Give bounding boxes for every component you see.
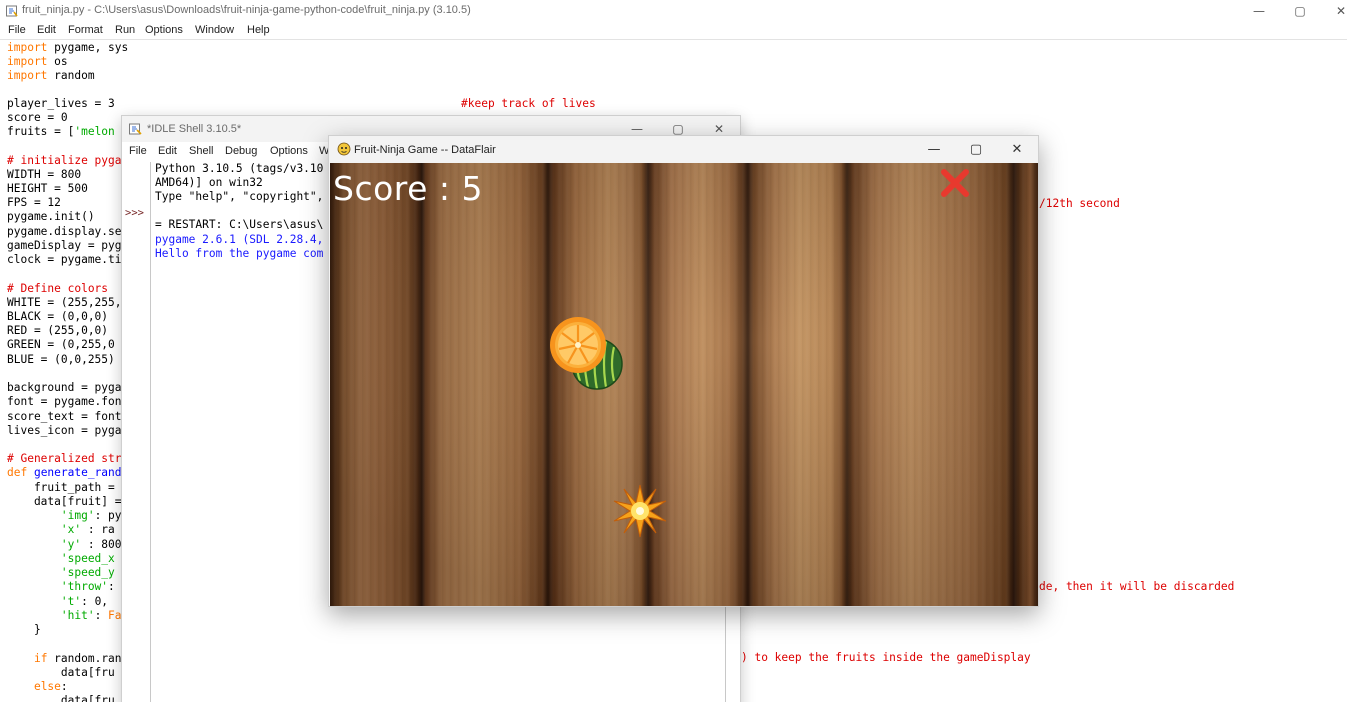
code-line: WIDTH = 800 <box>7 168 82 181</box>
pygame-snake-icon <box>337 142 351 156</box>
close-icon[interactable]: ✕ <box>1321 0 1347 22</box>
code-line: clock = pygame.ti <box>7 253 122 266</box>
code-line: 'throw': <box>7 580 115 593</box>
code-line: score = 0 <box>7 111 68 124</box>
code-line: import random <box>7 69 95 82</box>
shell-line: Type "help", "copyright", <box>155 190 324 203</box>
code-line: HEIGHT = 500 <box>7 182 88 195</box>
code-comment: # initialize pyga <box>7 154 122 167</box>
code-line: BLUE = (0,0,255) <box>7 353 115 366</box>
editor-titlebar[interactable]: fruit_ninja.py - C:\Users\asus\Downloads… <box>0 0 1347 22</box>
code-comment-inside: ) to keep the fruits inside the gameDisp… <box>741 651 1031 664</box>
minimize-icon[interactable]: — <box>1239 0 1279 22</box>
shell-line: pygame 2.6.1 (SDL 2.28.4, <box>155 233 324 246</box>
code-line: pygame.init() <box>7 210 95 223</box>
code-line: fruit_path = <box>7 481 115 494</box>
menu-window[interactable]: Window <box>195 24 234 36</box>
menu-options[interactable]: Options <box>270 145 308 157</box>
code-line: background = pyga <box>7 381 122 394</box>
game-canvas[interactable]: Score : 5 <box>330 163 1038 606</box>
code-line: gameDisplay = pyg <box>7 239 122 252</box>
bomb-explosion-icon[interactable] <box>612 483 668 539</box>
code-line: BLACK = (0,0,0) <box>7 310 109 323</box>
code-comment-discard: de, then it will be discarded <box>1039 580 1235 593</box>
shell-prompt: >>> <box>125 207 144 219</box>
shell-line: Hello from the pygame com <box>155 247 324 260</box>
idle-app-icon <box>6 5 18 17</box>
code-line: font = pygame.fon <box>7 395 122 408</box>
code-line: 'speed_x <box>7 552 115 565</box>
code-line: data[fru <box>7 694 115 702</box>
shell-line: AMD64)] on win32 <box>155 176 263 189</box>
code-line: pygame.display.se <box>7 225 122 238</box>
maximize-icon[interactable]: ▢ <box>1280 0 1320 22</box>
code-line: 'x' : ra <box>7 523 115 536</box>
minimize-icon[interactable]: — <box>914 138 954 162</box>
code-line: if random.ran <box>33 652 122 665</box>
code-line: lives_icon = pyga <box>7 424 122 437</box>
shell-line: = RESTART: C:\Users\asus\ <box>155 218 324 231</box>
code-line: player_lives = 3 <box>7 97 115 110</box>
menu-edit[interactable]: Edit <box>158 145 177 157</box>
shell-gutter <box>122 162 150 702</box>
game-titlebar[interactable]: Fruit-Ninja Game -- DataFlair — ▢ ✕ <box>329 136 1038 163</box>
menu-file[interactable]: File <box>129 145 147 157</box>
maximize-icon[interactable]: ▢ <box>956 138 996 162</box>
pygame-window: Fruit-Ninja Game -- DataFlair — ▢ ✕ Scor… <box>328 135 1039 607</box>
code-comment: # Define colors <box>7 282 109 295</box>
game-title: Fruit-Ninja Game -- DataFlair <box>354 144 496 156</box>
menu-run[interactable]: Run <box>115 24 135 36</box>
code-line: fruits = ['melon <box>7 125 115 138</box>
code-line: data[fru <box>7 666 115 679</box>
code-line: def generate_rand <box>7 466 122 479</box>
code-comment-lives: #keep track of lives <box>461 97 596 110</box>
wood-shade <box>330 163 1038 606</box>
code-line: } <box>7 623 41 636</box>
menu-format[interactable]: Format <box>68 24 103 36</box>
close-icon[interactable]: ✕ <box>997 138 1037 162</box>
code-line: score_text = font <box>7 410 122 423</box>
menu-debug[interactable]: Debug <box>225 145 257 157</box>
code-line: import os <box>7 55 68 68</box>
code-line: data[fruit] = <box>7 495 122 508</box>
menu-file[interactable]: File <box>8 24 26 36</box>
code-line: 'hit': Fa <box>7 609 122 622</box>
shell-line: Python 3.10.5 (tags/v3.10 <box>155 162 324 175</box>
menu-options[interactable]: Options <box>145 24 183 36</box>
editor-menubar: File Edit Format Run Options Window Help <box>0 22 1347 40</box>
red-x-icon <box>941 169 969 197</box>
code-comment-fps: /12th second <box>1039 197 1120 210</box>
code-line: RED = (255,0,0) <box>7 324 109 337</box>
menu-edit[interactable]: Edit <box>37 24 56 36</box>
editor-title: fruit_ninja.py - C:\Users\asus\Downloads… <box>22 4 471 16</box>
idle-app-icon <box>129 123 142 135</box>
score-label: Score : 5 <box>333 169 484 208</box>
code-line: WHITE = (255,255, <box>7 296 122 309</box>
menu-shell[interactable]: Shell <box>189 145 213 157</box>
code-line: 'speed_y <box>7 566 115 579</box>
orange-slice-icon[interactable] <box>549 316 607 374</box>
code-comment: # Generalized str <box>7 452 122 465</box>
code-line: GREEN = (0,255,0 <box>7 338 115 351</box>
menu-help[interactable]: Help <box>247 24 270 36</box>
code-line: 'y' : 800 <box>7 538 122 551</box>
code-line: else: <box>33 680 68 693</box>
code-line: 't': 0, <box>7 595 109 608</box>
code-line: 'img': py <box>7 509 122 522</box>
code-line: FPS = 12 <box>7 196 61 209</box>
code-line: import pygame, sys <box>7 41 129 54</box>
shell-title: *IDLE Shell 3.10.5* <box>147 123 242 135</box>
